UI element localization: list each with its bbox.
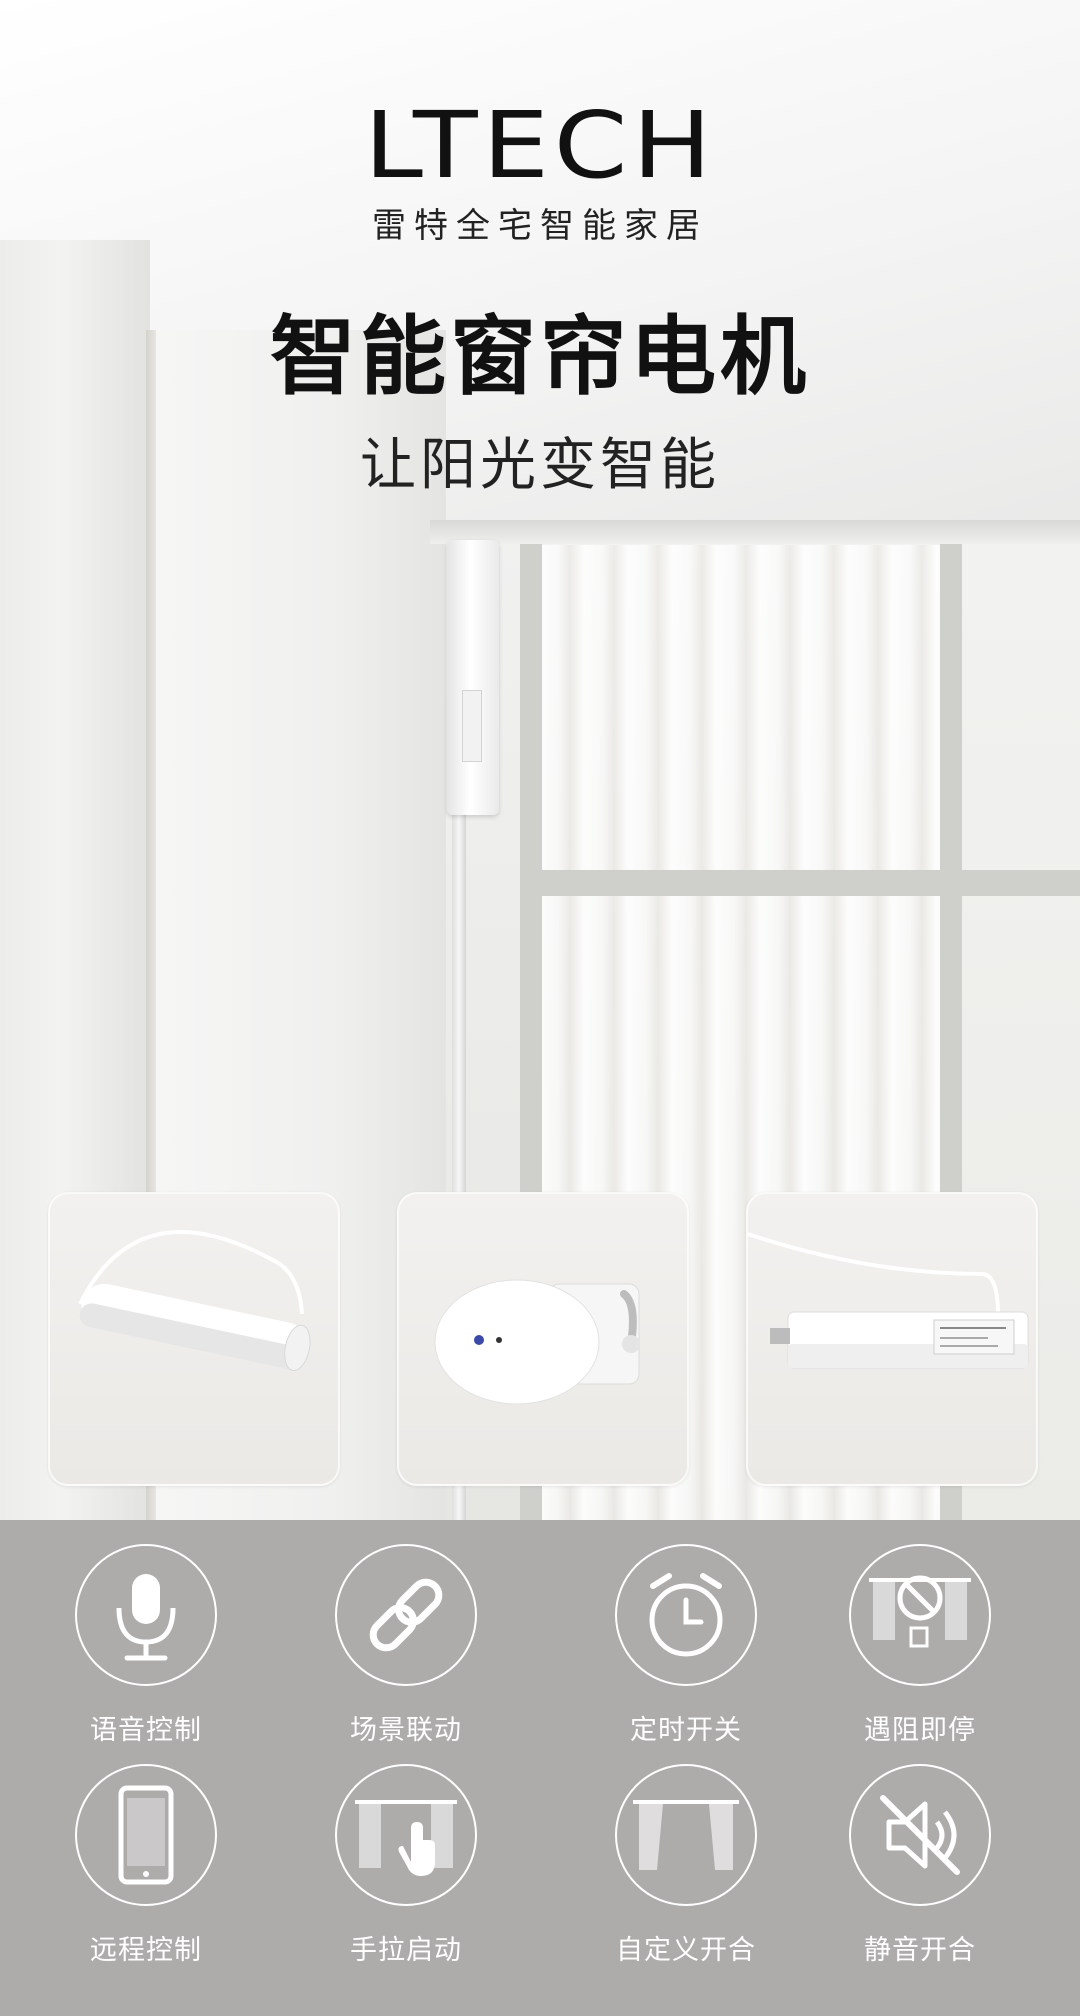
feature-label: 自定义开合 xyxy=(616,1935,756,1966)
curtain-motor-image xyxy=(447,540,499,815)
obstacle-stop-icon xyxy=(849,1544,991,1686)
motor-label xyxy=(462,690,482,762)
feature-voice-control: 语音控制 xyxy=(36,1544,256,1747)
curtain-motor-unit-image xyxy=(748,1232,1029,1369)
feature-panel: 语音控制 场景联动 定时开关 遇阻即停 远程控制 手拉启动 自定义开合 静音开合 xyxy=(0,1520,1080,2016)
page-title: 智能窗帘电机 xyxy=(270,307,810,407)
window-frame-transom xyxy=(520,870,1080,896)
microphone-icon xyxy=(75,1544,217,1686)
product-card-tubular-motor xyxy=(48,1192,340,1486)
feature-label: 远程控制 xyxy=(90,1935,202,1966)
curtain-open-icon xyxy=(615,1764,757,1906)
feature-label: 静音开合 xyxy=(864,1935,976,1966)
product-card-motor-unit xyxy=(746,1192,1038,1486)
alarm-clock-icon xyxy=(615,1544,757,1686)
feature-timer-switch: 定时开关 xyxy=(576,1544,796,1747)
feature-label: 遇阻即停 xyxy=(864,1715,976,1746)
feature-label: 语音控制 xyxy=(90,1715,202,1746)
ceiling-edge xyxy=(430,520,1080,544)
mute-speaker-icon xyxy=(849,1764,991,1906)
brand-logo: LTECH xyxy=(363,92,717,199)
feature-label: 定时开关 xyxy=(630,1715,742,1746)
brand-subtitle: 雷特全宅智能家居 xyxy=(372,206,708,246)
feature-label: 手拉启动 xyxy=(350,1935,462,1966)
smartphone-icon xyxy=(75,1764,217,1906)
feature-custom-opening: 自定义开合 xyxy=(576,1764,796,1967)
feature-hand-pull-start: 手拉启动 xyxy=(296,1764,516,1967)
feature-scene-linkage: 场景联动 xyxy=(296,1544,516,1747)
page-tagline: 让阳光变智能 xyxy=(360,433,720,498)
wall-controller-image xyxy=(434,1279,640,1405)
brand-block: LTECH 雷特全宅智能家居 xyxy=(0,100,1080,247)
tubular-motor-image xyxy=(78,1230,311,1371)
feature-remote-control: 远程控制 xyxy=(36,1764,256,1967)
product-card-controller xyxy=(397,1192,689,1486)
chain-link-icon xyxy=(335,1544,477,1686)
feature-obstacle-stop: 遇阻即停 xyxy=(810,1544,1030,1747)
feature-label: 场景联动 xyxy=(350,1715,462,1746)
hand-pull-icon xyxy=(335,1764,477,1906)
feature-silent-opening: 静音开合 xyxy=(810,1764,1030,1967)
product-cards xyxy=(48,1192,1038,1486)
